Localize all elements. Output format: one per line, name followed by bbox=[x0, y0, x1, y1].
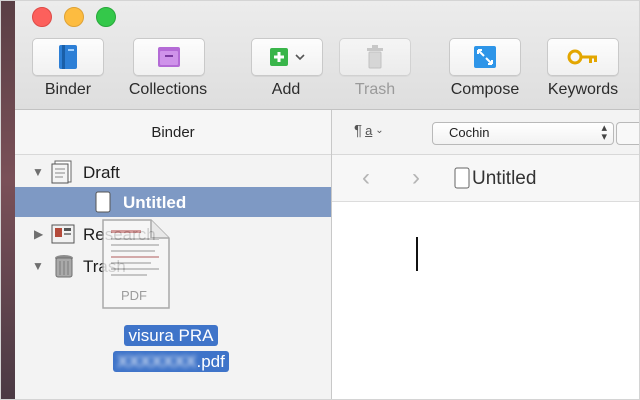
collections-icon bbox=[158, 47, 180, 67]
zoom-window-button[interactable] bbox=[96, 7, 116, 27]
screenshot-frame: Binder Collections Add Trash Compose Key… bbox=[0, 0, 640, 400]
document-title: Untitled bbox=[472, 168, 537, 189]
binder-item-research[interactable]: ▶ Research bbox=[15, 219, 331, 249]
add-label: Add bbox=[271, 81, 301, 98]
desktop-background bbox=[1, 1, 15, 399]
text-editor[interactable] bbox=[332, 202, 639, 399]
paragraph-style-button[interactable]: ¶ a ⌄ bbox=[354, 122, 384, 139]
keywords-icon bbox=[567, 49, 597, 65]
font-size-select[interactable] bbox=[616, 122, 639, 145]
format-bar: ¶ a ⌄ Cochin ▴ ▾ bbox=[332, 110, 639, 155]
disclosure-collapsed-icon[interactable]: ▶ bbox=[34, 227, 43, 241]
filename-line2: XXXXXXX.pdf bbox=[113, 351, 229, 372]
binder-item-draft[interactable]: ▼ Draft bbox=[15, 157, 331, 187]
forward-arrow-icon[interactable]: › bbox=[412, 164, 420, 192]
trash-label: Trash bbox=[354, 81, 396, 98]
document-icon bbox=[95, 191, 111, 213]
binder-item-label: Untitled bbox=[123, 193, 187, 212]
filename-extension: .pdf bbox=[196, 352, 225, 371]
binder-button[interactable] bbox=[32, 38, 104, 76]
minimize-window-button[interactable] bbox=[64, 7, 84, 27]
filename-line1: visura PRA bbox=[124, 325, 218, 346]
binder-header: Binder bbox=[15, 110, 331, 155]
toolbar: Binder Collections Add Trash Compose Key… bbox=[15, 1, 639, 110]
paragraph-icon: ¶ bbox=[354, 122, 363, 139]
binder-label: Binder bbox=[44, 81, 92, 98]
trash-icon bbox=[367, 45, 383, 69]
file-type-label: PDF bbox=[121, 288, 147, 303]
scrivener-window: Binder Collections Add Trash Compose Key… bbox=[15, 1, 639, 399]
filename-redacted: XXXXXXX bbox=[117, 352, 197, 371]
dragged-pdf-file[interactable]: PDF bbox=[101, 218, 171, 310]
add-icon bbox=[270, 48, 305, 66]
binder-item-trash[interactable]: ▼ Trash bbox=[15, 251, 331, 281]
close-window-button[interactable] bbox=[32, 7, 52, 27]
trash-can-icon bbox=[55, 255, 73, 278]
binder-icon bbox=[59, 45, 77, 69]
editor-header-bar: ‹ › Untitled bbox=[332, 155, 639, 202]
compose-button[interactable] bbox=[449, 38, 521, 76]
collections-button[interactable] bbox=[133, 38, 205, 76]
chevron-down-icon: ⌄ bbox=[375, 125, 384, 136]
collections-label: Collections bbox=[128, 81, 208, 98]
text-caret bbox=[416, 237, 418, 271]
add-button[interactable] bbox=[251, 38, 323, 76]
disclosure-expanded-icon[interactable]: ▼ bbox=[32, 259, 44, 273]
binder-item-label: Draft bbox=[83, 163, 120, 182]
disclosure-expanded-icon[interactable]: ▼ bbox=[32, 165, 44, 179]
document-icon bbox=[454, 167, 470, 189]
keywords-button[interactable] bbox=[547, 38, 619, 76]
dragged-file-name: visura PRA XXXXXXX.pdf bbox=[75, 323, 267, 375]
keywords-label: Keywords bbox=[547, 81, 619, 98]
research-folder-icon bbox=[51, 224, 75, 244]
compose-icon bbox=[474, 46, 496, 68]
binder-item-untitled[interactable]: Untitled bbox=[15, 187, 331, 217]
font-family-select[interactable]: Cochin ▴ ▾ bbox=[432, 122, 614, 145]
font-name: Cochin bbox=[449, 125, 490, 140]
updown-chevron-icon: ▴ ▾ bbox=[601, 122, 607, 143]
compose-label: Compose bbox=[450, 81, 520, 98]
draft-folder-icon bbox=[51, 160, 72, 184]
back-arrow-icon[interactable]: ‹ bbox=[362, 164, 370, 192]
trash-button[interactable] bbox=[339, 38, 411, 76]
text-style-icon: a bbox=[365, 123, 373, 138]
